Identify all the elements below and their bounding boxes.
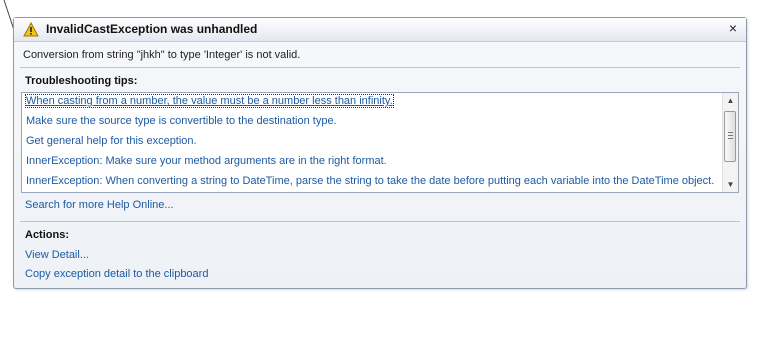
scroll-up-arrow-icon[interactable]: ▲	[723, 94, 738, 107]
copy-exception-detail-link[interactable]: Copy exception detail to the clipboard	[25, 268, 208, 280]
exception-assistant-dialog: InvalidCastException was unhandled × Con…	[13, 17, 747, 289]
tip-link[interactable]: InnerException: Make sure your method ar…	[26, 155, 387, 167]
tip-link[interactable]: When casting from a number, the value mu…	[25, 94, 394, 108]
troubleshooting-heading: Troubleshooting tips:	[25, 75, 138, 87]
search-help-online-link[interactable]: Search for more Help Online...	[25, 199, 174, 211]
close-icon[interactable]: ×	[726, 21, 740, 36]
troubleshooting-tips-list[interactable]: When casting from a number, the value mu…	[21, 92, 739, 193]
exception-message: Conversion from string "jhkh" to type 'I…	[23, 49, 301, 61]
divider	[20, 221, 740, 222]
dialog-title: InvalidCastException was unhandled	[46, 22, 258, 36]
tip-link[interactable]: Get general help for this exception.	[26, 135, 197, 147]
view-detail-link[interactable]: View Detail...	[25, 249, 89, 261]
tip-link[interactable]: Make sure the source type is convertible…	[26, 115, 337, 127]
divider	[20, 67, 740, 68]
title-bar: InvalidCastException was unhandled ×	[14, 18, 746, 42]
tip-link[interactable]: InnerException: When converting a string…	[26, 175, 714, 187]
scroll-down-arrow-icon[interactable]: ▼	[723, 178, 738, 191]
vertical-scrollbar[interactable]: ▲ ▼	[722, 93, 738, 192]
warning-icon	[23, 22, 39, 37]
scroll-thumb[interactable]	[724, 111, 736, 162]
actions-heading: Actions:	[25, 229, 69, 241]
